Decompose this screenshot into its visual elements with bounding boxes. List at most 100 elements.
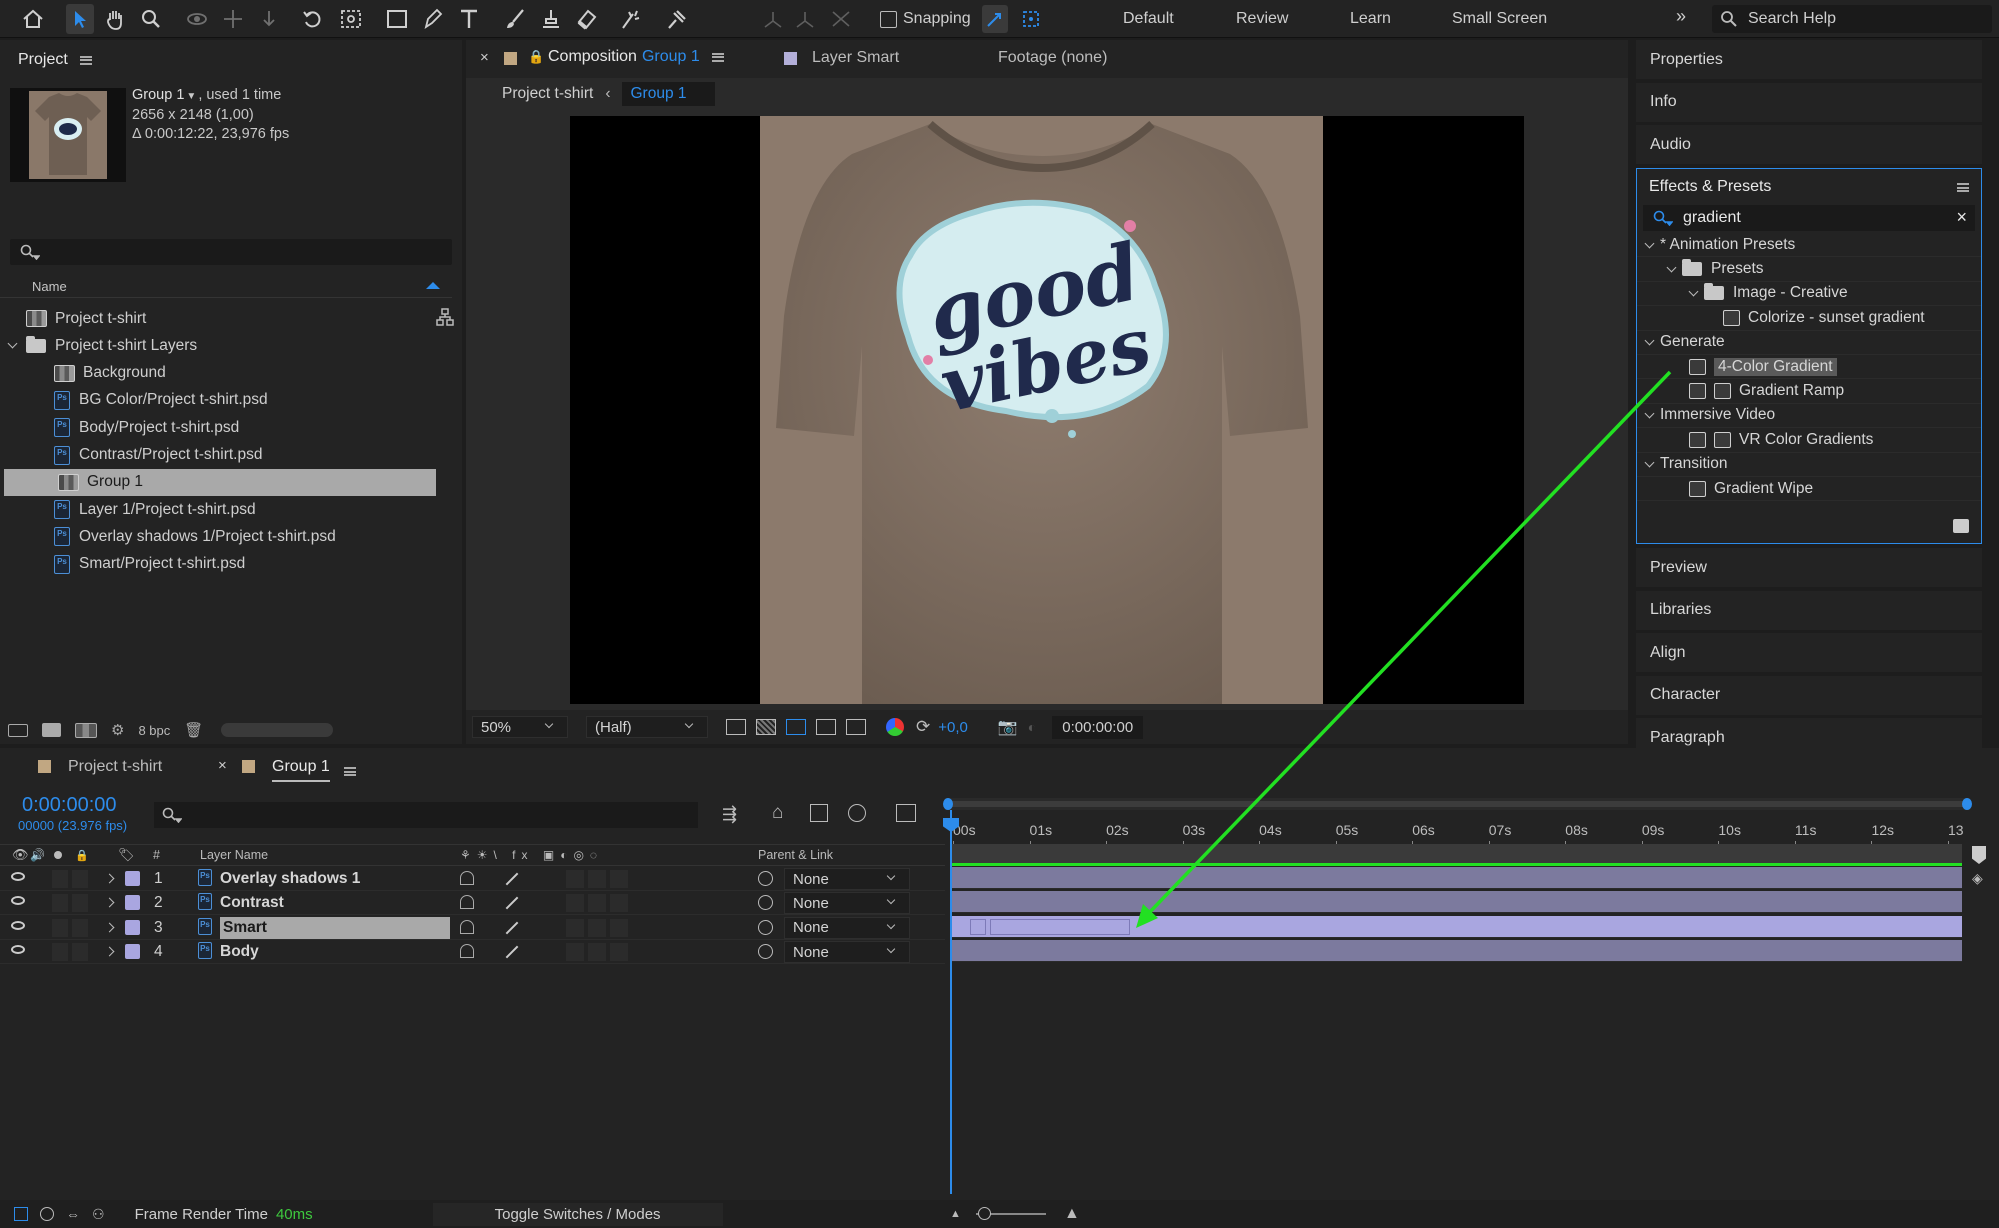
quality-switch-icon[interactable]: [505, 945, 519, 959]
video-eye-icon[interactable]: 👁: [12, 847, 29, 863]
workspace-small-screen[interactable]: Small Screen: [1452, 10, 1547, 28]
sort-ascending-icon[interactable]: [426, 282, 440, 289]
shy-switch-icon[interactable]: [460, 944, 474, 959]
current-timecode[interactable]: 0:00:00:00: [22, 794, 117, 817]
exposure-value[interactable]: +0,0: [938, 719, 968, 736]
effects-tree-item[interactable]: Generate: [1637, 331, 1981, 355]
breadcrumb-current[interactable]: Group 1: [622, 82, 715, 106]
layer-switch-box[interactable]: [610, 870, 628, 888]
project-scrollbar[interactable]: [221, 723, 334, 737]
solo-icon[interactable]: [54, 851, 62, 859]
snap-edges-icon[interactable]: [982, 5, 1008, 33]
pan-camera-icon[interactable]: [220, 6, 246, 32]
pick-whip-icon[interactable]: [758, 871, 773, 886]
search-help-field[interactable]: Search Help: [1712, 5, 1992, 33]
column-parent-link[interactable]: Parent & Link: [758, 848, 833, 862]
layer-expand-chevron-icon[interactable]: [104, 873, 115, 884]
effects-tree-item[interactable]: Immersive Video: [1637, 404, 1981, 429]
comp-viewer[interactable]: good vibes: [570, 116, 1524, 704]
anchor-point-tool-icon[interactable]: [338, 6, 364, 32]
project-list-item[interactable]: Ps BG Color/Project t-shirt.psd: [0, 387, 440, 414]
show-snapshot-icon[interactable]: ◐: [1028, 719, 1036, 735]
layer-audio-box[interactable]: [52, 943, 68, 962]
collapsed-panel-audio[interactable]: Audio: [1636, 125, 1982, 164]
timeline-layer-row[interactable]: 4 Ps Body None: [0, 940, 945, 965]
layer-lock-box[interactable]: [72, 918, 88, 937]
layer-switch-box[interactable]: [610, 918, 628, 937]
comp-flowchart-icon[interactable]: ⇶: [722, 804, 737, 825]
more-workspaces-icon[interactable]: »: [1676, 6, 1686, 27]
expand-chevron-icon[interactable]: [1644, 238, 1655, 249]
effects-tree-item[interactable]: VR Color Gradients: [1637, 428, 1981, 453]
layer-switch-box[interactable]: [610, 894, 628, 913]
in-out-icon[interactable]: ⇔: [66, 1206, 80, 1222]
parent-dropdown[interactable]: None: [784, 892, 910, 915]
clear-search-icon[interactable]: ×: [1956, 207, 1967, 228]
collapsed-panel-libraries[interactable]: Libraries: [1636, 590, 1982, 630]
breadcrumb-parent[interactable]: Project t-shirt: [502, 85, 593, 103]
snapshot-camera-icon[interactable]: 📷: [998, 717, 1018, 737]
work-area-bar[interactable]: [950, 844, 1962, 866]
project-list-item[interactable]: Background: [0, 360, 440, 387]
project-panel-title[interactable]: Project: [18, 51, 68, 69]
layer-duration-bar[interactable]: [950, 915, 1962, 938]
layer-switch-box[interactable]: [610, 943, 628, 962]
shy-switch-icon[interactable]: [460, 871, 474, 885]
rotation-tool-icon[interactable]: [300, 6, 326, 32]
layer-expand-chevron-icon[interactable]: [104, 922, 115, 933]
navigator-start-handle[interactable]: [943, 798, 953, 810]
layer-name[interactable]: Body: [220, 941, 259, 963]
timeline-tab-group[interactable]: Group 1: [272, 758, 330, 782]
collapsed-panel-align[interactable]: Align: [1636, 633, 1982, 672]
home-icon[interactable]: [20, 6, 46, 32]
eraser-tool-icon[interactable]: [574, 6, 600, 32]
draft-3d-icon[interactable]: ⌂: [772, 802, 783, 824]
effects-tree-item[interactable]: Colorize - sunset gradient: [1637, 306, 1981, 331]
effects-search-input[interactable]: gradient ×: [1643, 205, 1975, 231]
workspace-learn[interactable]: Learn: [1350, 10, 1391, 28]
zoom-in-icon[interactable]: ▲: [1064, 1205, 1080, 1223]
pick-whip-icon[interactable]: [758, 919, 773, 935]
navigator-end-handle[interactable]: [1962, 798, 1972, 810]
parent-dropdown[interactable]: None: [784, 941, 910, 964]
timeline-search-input[interactable]: [154, 802, 698, 828]
layer-switch-box[interactable]: [588, 943, 606, 962]
layer-duration-bar[interactable]: [950, 867, 1962, 889]
bpc-label[interactable]: 8 bpc: [138, 723, 170, 738]
frame-blending-icon[interactable]: [810, 804, 828, 822]
project-settings-icon[interactable]: ⚙: [111, 721, 124, 739]
column-layer-name[interactable]: Layer Name: [200, 848, 268, 862]
project-search-input[interactable]: [10, 239, 452, 265]
layer-switch-box[interactable]: [588, 894, 606, 913]
project-list-item[interactable]: Ps Smart/Project t-shirt.psd: [0, 551, 440, 578]
panel-menu-icon[interactable]: [1957, 183, 1969, 192]
layer-label-color[interactable]: [125, 895, 140, 911]
time-ruler[interactable]: 00s 01s 02s 03s 04s 05s 06s 07s 08s 09s 10s 11s 12s 1…: [945, 810, 1970, 847]
project-list-item[interactable]: Project t-shirt: [0, 305, 440, 332]
zoom-slider-handle[interactable]: [978, 1207, 991, 1220]
hand-tool-icon[interactable]: [102, 6, 128, 32]
close-tab-icon[interactable]: ×: [218, 757, 227, 774]
effects-tree-item[interactable]: Transition: [1637, 453, 1981, 477]
label-tag-icon[interactable]: 🏷: [118, 847, 135, 863]
layer-visibility-eye-icon[interactable]: [11, 945, 25, 955]
workspace-review[interactable]: Review: [1236, 10, 1288, 28]
item-name-dropdown-icon[interactable]: ▼: [186, 91, 196, 102]
timeline-layer-row[interactable]: 3 Ps Smart None: [0, 916, 945, 940]
region-of-interest-icon[interactable]: [816, 719, 836, 735]
reset-exposure-icon[interactable]: ⟳: [916, 717, 930, 737]
type-tool-icon[interactable]: [456, 5, 482, 33]
quality-switch-icon[interactable]: [505, 921, 519, 935]
new-composition-icon[interactable]: [75, 722, 97, 738]
quality-switch-icon[interactable]: [505, 872, 519, 886]
clone-stamp-tool-icon[interactable]: [538, 6, 564, 32]
new-preset-icon[interactable]: [1953, 519, 1969, 533]
layer-name[interactable]: Overlay shadows 1: [220, 868, 360, 890]
layer-switch-box[interactable]: [588, 918, 606, 937]
lock-column-icon[interactable]: 🔒: [75, 849, 89, 862]
layer-duration-bar[interactable]: [950, 940, 1962, 963]
expand-chevron-icon[interactable]: [1644, 457, 1655, 468]
viewer-timecode[interactable]: 0:00:00:00: [1052, 715, 1144, 739]
column-name-label[interactable]: Name: [32, 279, 67, 294]
layer-expand-chevron-icon[interactable]: [104, 946, 115, 957]
